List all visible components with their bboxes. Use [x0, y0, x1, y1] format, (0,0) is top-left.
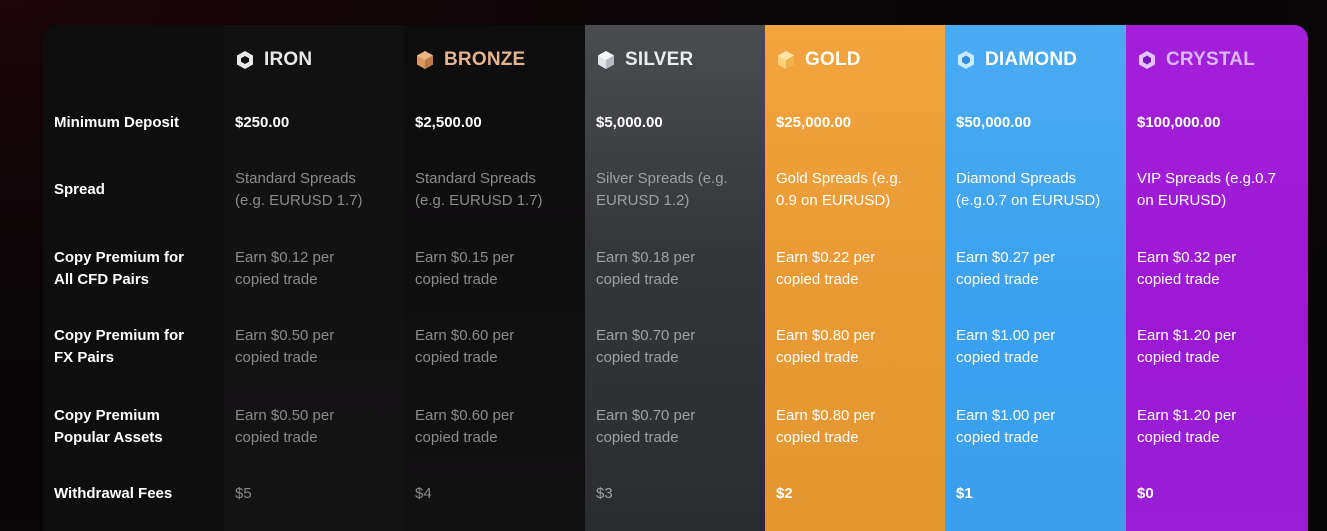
tier-column-diamond: DIAMOND $50,000.00 Diamond Spreads (e.g.0… [945, 25, 1126, 531]
spread-value: Standard Spreads (e.g. EURUSD 1.7) [235, 170, 363, 209]
tier-name: BRONZE [444, 49, 526, 70]
copy-fx-value: Earn $0.70 per copied trade [596, 327, 696, 366]
withdrawal-fee-value: $3 [596, 485, 613, 502]
tier-comparison-table: Minimum Deposit Spread Copy Premium for … [43, 25, 1308, 531]
label-column: Minimum Deposit Spread Copy Premium for … [43, 25, 224, 531]
copy-cfd-value: Earn $0.27 per copied trade [956, 249, 1056, 288]
label-copy-premium-popular: Copy Premium Popular Assets [54, 407, 163, 446]
copy-cfd-value: Earn $0.32 per copied trade [1137, 249, 1237, 288]
copy-popular-value: Earn $0.60 per copied trade [415, 407, 515, 446]
copy-cfd-value: Earn $0.22 per copied trade [776, 249, 876, 288]
tier-column-silver: SILVER $5,000.00 Silver Spreads (e.g. EUR… [585, 25, 765, 531]
copy-fx-value: Earn $0.50 per copied trade [235, 327, 335, 366]
tier-header: BRONZE [415, 47, 525, 73]
min-deposit-value: $250.00 [235, 114, 290, 131]
copy-popular-value: Earn $0.50 per copied trade [235, 407, 335, 446]
withdrawal-fee-value: $5 [235, 485, 252, 502]
withdrawal-fee-value: $4 [415, 485, 432, 502]
label-spread: Spread [54, 181, 105, 198]
copy-cfd-value: Earn $0.12 per copied trade [235, 249, 335, 288]
tier-column-crystal: CRYSTAL $100,000.00 VIP Spreads (e.g.0.7… [1126, 25, 1308, 531]
min-deposit-value: $50,000.00 [956, 114, 1032, 131]
copy-cfd-value: Earn $0.18 per copied trade [596, 249, 696, 288]
min-deposit-value: $2,500.00 [415, 114, 482, 131]
min-deposit-value: $100,000.00 [1137, 114, 1221, 131]
copy-fx-value: Earn $0.60 per copied trade [415, 327, 515, 366]
gold-shield-icon [776, 50, 796, 70]
spread-value: Standard Spreads (e.g. EURUSD 1.7) [415, 170, 543, 209]
tier-column-bronze: BRONZE $2,500.00 Standard Spreads (e.g. E… [404, 25, 585, 531]
label-copy-premium-cfd: Copy Premium for All CFD Pairs [54, 249, 185, 288]
page: Minimum Deposit Spread Copy Premium for … [0, 0, 1327, 531]
copy-popular-value: Earn $0.70 per copied trade [596, 407, 696, 446]
diamond-shield-icon [956, 50, 976, 70]
tier-header: GOLD [776, 47, 861, 73]
spread-value: Diamond Spreads (e.g.0.7 on EURUSD) [956, 170, 1101, 209]
tier-header: CRYSTAL [1137, 47, 1255, 73]
tier-name: GOLD [805, 49, 861, 70]
spread-value: Gold Spreads (e.g. 0.9 on EURUSD) [776, 170, 902, 209]
label-copy-premium-fx: Copy Premium for FX Pairs [54, 327, 185, 366]
bronze-shield-icon [415, 50, 435, 70]
tier-header: DIAMOND [956, 47, 1077, 73]
copy-fx-value: Earn $1.20 per copied trade [1137, 327, 1237, 366]
copy-popular-value: Earn $1.00 per copied trade [956, 407, 1056, 446]
withdrawal-fee-value: $0 [1137, 485, 1154, 502]
copy-fx-value: Earn $1.00 per copied trade [956, 327, 1056, 366]
label-withdrawal-fees: Withdrawal Fees [54, 485, 173, 502]
tier-name: DIAMOND [985, 49, 1078, 70]
crystal-shield-icon [1137, 50, 1157, 70]
iron-shield-icon [235, 50, 255, 70]
tier-name: SILVER [625, 49, 694, 70]
spread-value: VIP Spreads (e.g.0.7 on EURUSD) [1137, 170, 1276, 209]
spread-value: Silver Spreads (e.g. EURUSD 1.2) [596, 170, 728, 209]
copy-fx-value: Earn $0.80 per copied trade [776, 327, 876, 366]
tier-header: IRON [235, 47, 312, 73]
label-minimum-deposit: Minimum Deposit [54, 114, 180, 131]
silver-shield-icon [596, 50, 616, 70]
tier-column-iron: IRON $250.00 Standard Spreads (e.g. EURUS… [224, 25, 404, 531]
min-deposit-value: $5,000.00 [596, 114, 663, 131]
tier-column-gold: GOLD $25,000.00 Gold Spreads (e.g. 0.9 on… [765, 25, 945, 531]
withdrawal-fee-value: $2 [776, 485, 793, 502]
copy-popular-value: Earn $0.80 per copied trade [776, 407, 876, 446]
tier-header: SILVER [596, 47, 693, 73]
tier-name: CRYSTAL [1166, 49, 1256, 70]
copy-cfd-value: Earn $0.15 per copied trade [415, 249, 515, 288]
withdrawal-fee-value: $1 [956, 485, 973, 502]
min-deposit-value: $25,000.00 [776, 114, 852, 131]
tier-name: IRON [264, 49, 313, 70]
copy-popular-value: Earn $1.20 per copied trade [1137, 407, 1237, 446]
